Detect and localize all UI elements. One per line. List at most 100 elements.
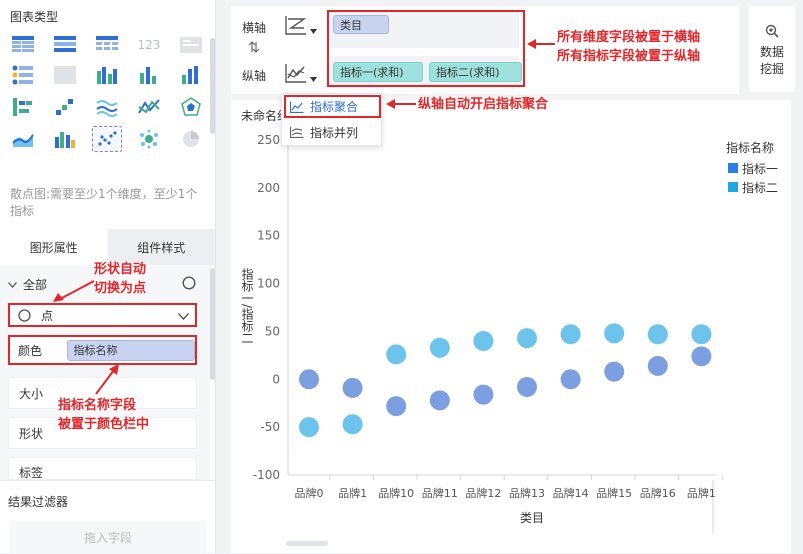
data-mining-button[interactable]: 数据 挖掘 bbox=[749, 6, 795, 92]
chart-canvas: 未命名组 250 200 150 100 50 0 -50 -100 品牌0 品牌1 品牌10 品牌1… bbox=[231, 100, 791, 553]
scatter-point-2 bbox=[473, 331, 494, 351]
scatter-point-2 bbox=[517, 328, 537, 349]
chart-type-grid: 123 bbox=[8, 32, 208, 182]
legend-label: 指标一 bbox=[742, 161, 778, 176]
bubble-chart-icon[interactable] bbox=[134, 126, 164, 152]
caret-down-icon[interactable] bbox=[310, 29, 317, 34]
chart-type-title: 图表类型 bbox=[10, 10, 59, 24]
x-tick-label: 品牌14 bbox=[553, 486, 589, 500]
bar-chart-icon[interactable] bbox=[134, 62, 164, 88]
aggregate-chart-icon bbox=[290, 101, 304, 113]
x-axis-title: 类目 bbox=[520, 511, 544, 525]
dropdown-item-aggregate[interactable]: 指标聚合 bbox=[284, 95, 381, 118]
circle-shape-icon[interactable] bbox=[182, 276, 196, 290]
legend-title: 指标名称 bbox=[726, 140, 774, 155]
image-widget-icon[interactable] bbox=[50, 62, 80, 88]
drop-field-placeholder: 拖入字段 bbox=[83, 531, 132, 545]
annotation-arrow-color bbox=[95, 364, 119, 395]
polyline-chart-icon[interactable] bbox=[134, 94, 164, 120]
step-chart-icon[interactable] bbox=[50, 94, 80, 120]
properties-scrollbar[interactable] bbox=[210, 268, 215, 380]
scatter-point-2 bbox=[386, 344, 407, 365]
all-section-header[interactable]: 全部 bbox=[8, 276, 47, 293]
area-chart-icon[interactable] bbox=[8, 126, 38, 152]
aggregation-annotation: 纵轴自动开启指标聚合 bbox=[418, 97, 549, 112]
x-tick-label: 品牌1 bbox=[687, 486, 716, 500]
y-axis-label: 纵轴 bbox=[242, 69, 267, 83]
color-field-pill[interactable]: 指标名称 bbox=[66, 339, 195, 361]
x-tick-label: 品牌1 bbox=[338, 486, 367, 500]
shape-select-value: 点 bbox=[41, 308, 54, 323]
annotation-arrow-shape bbox=[53, 280, 95, 302]
data-mining-label: 数据 挖掘 bbox=[759, 45, 784, 76]
y-tick-label: 50 bbox=[265, 324, 280, 338]
annotation-arrow-aggregation bbox=[386, 99, 416, 109]
tag-row[interactable]: 标签 bbox=[8, 457, 197, 480]
tag-label: 标签 bbox=[19, 466, 44, 480]
swap-axes-icon[interactable] bbox=[248, 41, 260, 53]
radar-chart-icon[interactable] bbox=[176, 94, 206, 120]
scatter-point-1 bbox=[386, 396, 407, 417]
scatter-point-1 bbox=[429, 390, 450, 411]
y-tick-label: 200 bbox=[257, 181, 280, 195]
tab-graphic-properties[interactable]: 图形属性 bbox=[0, 229, 108, 265]
y-axis-chart-icon[interactable] bbox=[285, 63, 307, 83]
all-label: 全部 bbox=[23, 278, 48, 292]
chevron-down-icon bbox=[178, 313, 189, 320]
dropdown-item-aggregate-label: 指标聚合 bbox=[310, 100, 359, 114]
scatter-point-1 bbox=[560, 369, 581, 390]
drop-field-zone[interactable]: 拖入字段 bbox=[10, 521, 206, 554]
scatter-point-1 bbox=[691, 346, 712, 367]
dropdown-item-parallel-label: 指标并列 bbox=[310, 125, 359, 140]
chart-horizontal-scrollbar[interactable] bbox=[286, 541, 328, 546]
x-tick-label: 品牌16 bbox=[640, 486, 676, 500]
chart-type-scrollbar[interactable] bbox=[210, 38, 215, 134]
kpi-number-icon[interactable]: 123 bbox=[134, 32, 164, 58]
column-chart-icon[interactable] bbox=[176, 62, 206, 88]
grouped-table-icon[interactable] bbox=[50, 32, 80, 58]
scatter-point-1 bbox=[604, 361, 625, 382]
scatter-point-1 bbox=[473, 384, 494, 405]
shape-select[interactable]: 点 bbox=[8, 303, 197, 327]
shape-label: 形状 bbox=[19, 426, 44, 441]
shape-annotation: 形状自动 切换为点 bbox=[94, 262, 147, 296]
x-tick-label: 品牌13 bbox=[509, 486, 545, 500]
multi-series-bar-icon[interactable] bbox=[92, 62, 122, 88]
text-widget-icon[interactable] bbox=[176, 32, 206, 58]
detail-table-icon[interactable] bbox=[92, 32, 122, 58]
y-tick-label: -50 bbox=[260, 420, 280, 434]
y-tick-label: 250 bbox=[257, 133, 280, 147]
annotation-arrow-axis bbox=[527, 39, 555, 49]
y-tick-label: -100 bbox=[253, 468, 280, 482]
result-filter-section: 结果过滤器 拖入字段 bbox=[0, 480, 215, 554]
parallel-chart-icon bbox=[290, 126, 304, 138]
x-tick-label: 品牌12 bbox=[465, 486, 501, 500]
x-axis-label: 横轴 bbox=[242, 21, 267, 35]
aggregation-dropdown: 指标聚合 指标并列 bbox=[281, 93, 382, 146]
x-tick-label: 品牌0 bbox=[295, 486, 324, 500]
scatter-point-1 bbox=[342, 377, 363, 398]
scatter-point-1 bbox=[517, 376, 537, 397]
table-icon[interactable] bbox=[8, 32, 38, 58]
pie-chart-icon[interactable] bbox=[176, 126, 206, 152]
point-shape-icon bbox=[18, 308, 31, 322]
y-tick-label: 100 bbox=[257, 277, 280, 291]
combo-chart-icon[interactable] bbox=[50, 126, 80, 152]
dropdown-item-parallel[interactable]: 指标并列 bbox=[284, 120, 381, 144]
scatter-chart: 250 200 150 100 50 0 -50 -100 品牌0 品牌1 品牌10 品牌11 品牌12… bbox=[240, 133, 778, 546]
stacked-bar-icon[interactable] bbox=[8, 94, 38, 120]
scatter-point-2 bbox=[429, 337, 450, 358]
x-tick-label: 品牌10 bbox=[378, 486, 414, 500]
size-label: 大小 bbox=[19, 386, 44, 401]
scatter-chart-icon[interactable] bbox=[92, 126, 122, 152]
x-axis-chart-icon[interactable] bbox=[285, 15, 307, 35]
axis-annotation: 所有维度字段被置于横轴 所有指标字段被置于纵轴 bbox=[557, 30, 701, 64]
y-axis-title: 指标一/指标二 bbox=[240, 267, 254, 344]
scatter-point-2 bbox=[604, 323, 625, 344]
scatter-point-2 bbox=[560, 324, 581, 345]
color-row[interactable]: 颜色 指标名称 bbox=[8, 335, 197, 365]
y-tick-label: 150 bbox=[257, 229, 280, 243]
list-chart-icon[interactable] bbox=[8, 62, 38, 88]
line-chart-icon[interactable] bbox=[92, 94, 122, 120]
caret-down-icon[interactable] bbox=[310, 77, 317, 82]
